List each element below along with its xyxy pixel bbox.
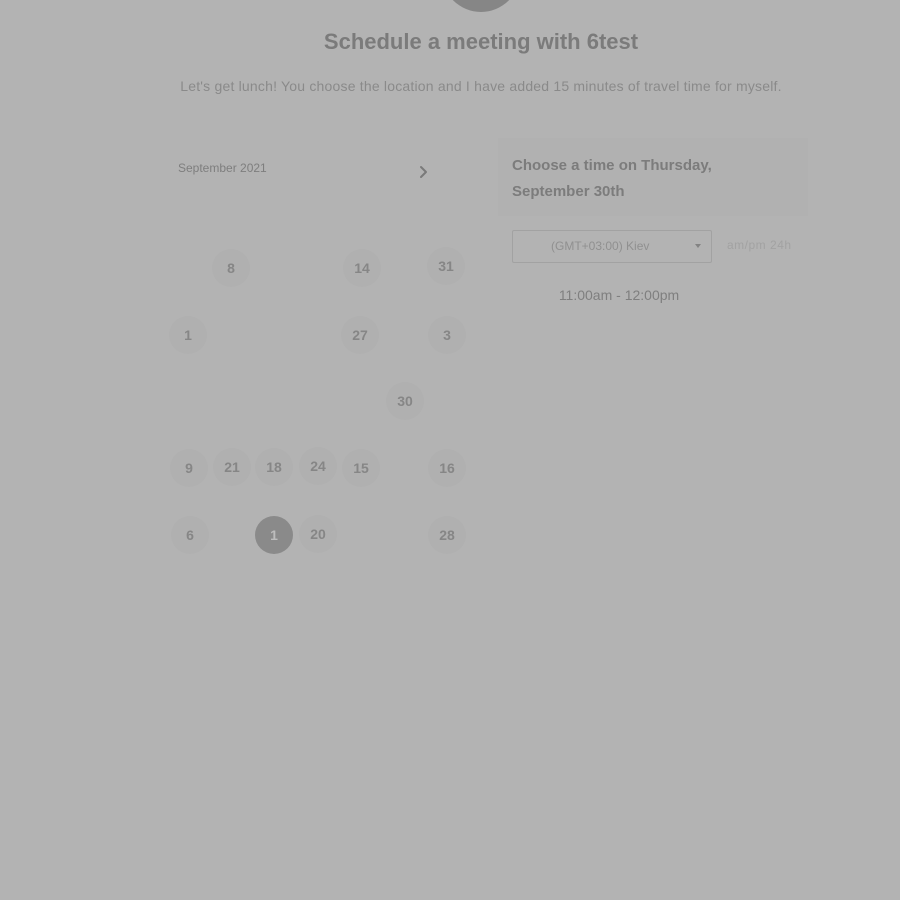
calendar-day[interactable]: 21	[213, 448, 251, 486]
next-month-button[interactable]	[414, 162, 434, 182]
calendar-day[interactable]: 28	[428, 516, 466, 554]
page-title: Schedule a meeting with 6test	[323, 29, 639, 54]
chevron-right-icon	[420, 166, 427, 178]
calendar-day[interactable]: 3	[428, 316, 466, 354]
time-panel-header: Choose a time on Thursday, September 30t…	[498, 138, 808, 216]
caret-down-icon	[695, 244, 701, 248]
meeting-description: Let's get lunch! You choose the location…	[180, 78, 782, 94]
timezone-label: (GMT+03:00) Kiev	[551, 239, 650, 253]
calendar-day-selected[interactable]: 1	[255, 516, 293, 554]
calendar-day[interactable]: 6	[171, 516, 209, 554]
calendar-day[interactable]: 20	[299, 515, 337, 553]
time-format-toggle: am/pm 24h	[727, 238, 792, 252]
calendar-day[interactable]: 18	[255, 448, 293, 486]
am-pm-option[interactable]: am/pm	[727, 238, 766, 252]
24h-option[interactable]: 24h	[770, 238, 792, 252]
avatar	[442, 0, 520, 12]
calendar-day[interactable]: 31	[427, 247, 465, 285]
calendar-day[interactable]: 9	[170, 449, 208, 487]
time-panel-heading: Choose a time on Thursday, September 30t…	[512, 157, 712, 200]
calendar-day[interactable]: 30	[386, 382, 424, 420]
calendar-day[interactable]: 15	[342, 449, 380, 487]
calendar-day[interactable]: 1	[169, 316, 207, 354]
month-label: September 2021	[178, 161, 267, 175]
calendar-day[interactable]: 24	[299, 447, 337, 485]
calendar-day[interactable]: 14	[343, 249, 381, 287]
calendar-day[interactable]: 27	[341, 316, 379, 354]
calendar-day[interactable]: 8	[212, 249, 250, 287]
booking-page: Schedule a meeting with 6test Let's get …	[0, 0, 900, 900]
calendar-day[interactable]: 16	[428, 449, 466, 487]
timezone-select[interactable]: (GMT+03:00) Kiev	[512, 230, 712, 263]
time-slot[interactable]: 11:00am - 12:00pm	[512, 283, 726, 307]
